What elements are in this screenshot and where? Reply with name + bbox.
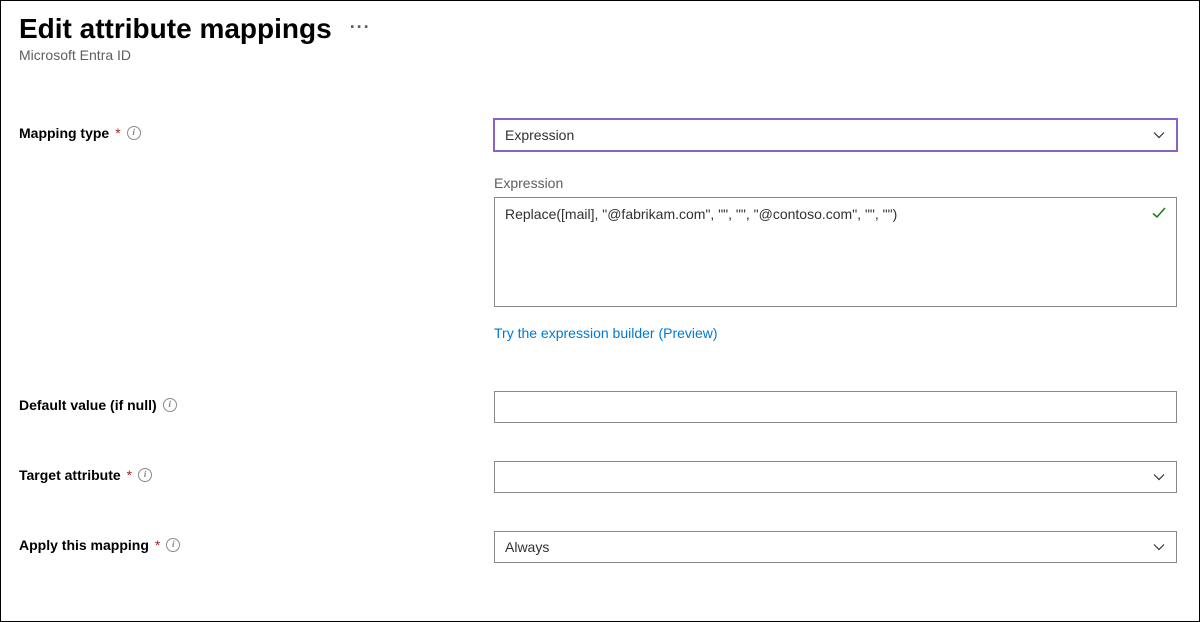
required-indicator: * — [115, 125, 120, 141]
default-value-input[interactable] — [494, 391, 1177, 423]
chevron-down-icon — [1152, 470, 1166, 484]
expression-textarea[interactable]: Replace([mail], "@fabrikam.com", "", "",… — [494, 197, 1177, 307]
expression-builder-link[interactable]: Try the expression builder (Preview) — [494, 325, 718, 341]
info-icon[interactable]: i — [163, 398, 177, 412]
mapping-type-select[interactable]: Expression — [494, 119, 1177, 151]
checkmark-icon — [1151, 205, 1167, 221]
info-icon[interactable]: i — [166, 538, 180, 552]
page-title: Edit attribute mappings — [19, 13, 332, 45]
apply-mapping-value: Always — [505, 539, 549, 555]
chevron-down-icon — [1152, 128, 1166, 142]
mapping-type-label: Mapping type — [19, 125, 109, 141]
mapping-type-value: Expression — [505, 127, 574, 143]
chevron-down-icon — [1152, 540, 1166, 554]
apply-mapping-select[interactable]: Always — [494, 531, 1177, 563]
default-value-label: Default value (if null) — [19, 397, 157, 413]
required-indicator: * — [155, 537, 160, 553]
info-icon[interactable]: i — [138, 468, 152, 482]
expression-label: Expression — [494, 175, 1177, 191]
more-actions-button[interactable]: ··· — [350, 17, 371, 38]
target-attribute-select[interactable] — [494, 461, 1177, 493]
page-subtitle: Microsoft Entra ID — [19, 47, 1181, 63]
target-attribute-label: Target attribute — [19, 467, 121, 483]
required-indicator: * — [127, 467, 132, 483]
apply-mapping-label: Apply this mapping — [19, 537, 149, 553]
info-icon[interactable]: i — [127, 126, 141, 140]
